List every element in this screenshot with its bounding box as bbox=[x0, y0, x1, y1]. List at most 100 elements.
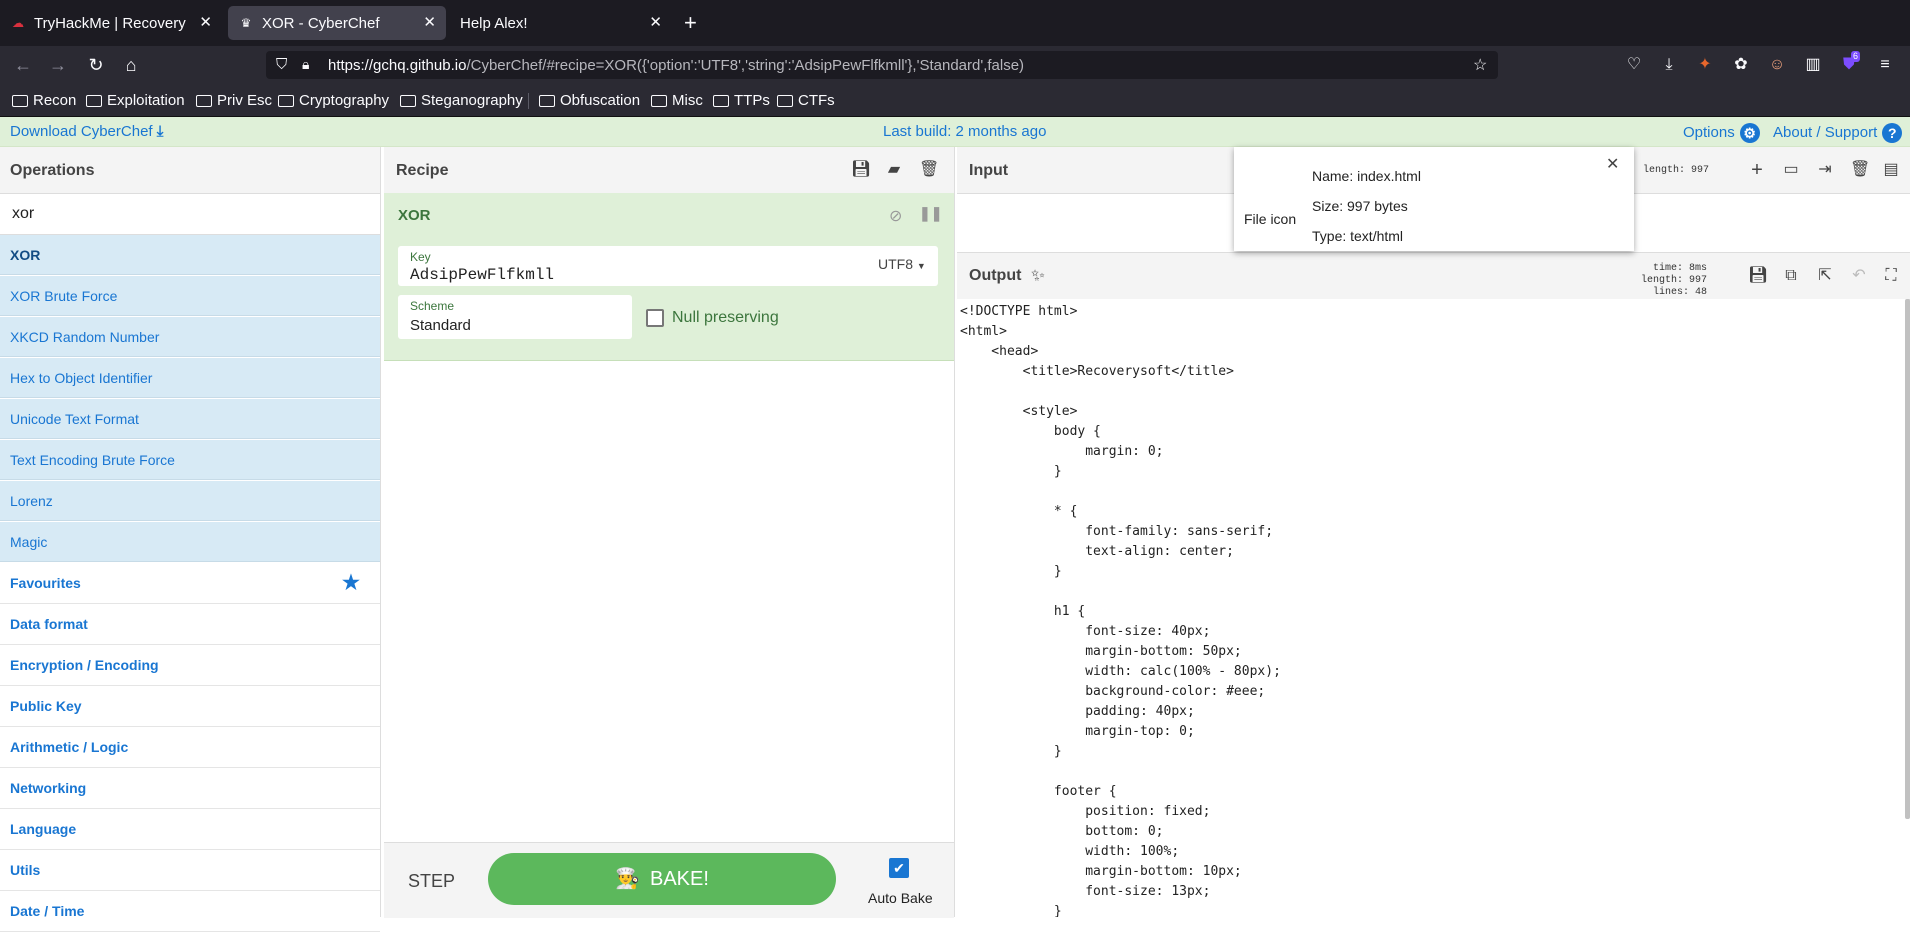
category-networking[interactable]: Networking bbox=[0, 768, 380, 809]
download-icon: ⤓ bbox=[156, 123, 164, 140]
key-input[interactable]: AdsipPewFlfkmll bbox=[410, 266, 554, 284]
open-folder-icon[interactable]: ▭ bbox=[1782, 161, 1800, 179]
recipe-title: Recipe bbox=[396, 162, 449, 179]
undo-icon[interactable]: ↶ bbox=[1850, 267, 1868, 285]
magic-wand-icon[interactable]: ✨︎ bbox=[1031, 266, 1045, 286]
forward-icon[interactable]: → bbox=[48, 55, 68, 75]
category-language[interactable]: Language bbox=[0, 809, 380, 850]
disable-icon[interactable]: ⊘ bbox=[889, 206, 902, 226]
folder-icon[interactable]: ▰ bbox=[885, 161, 903, 179]
add-input-icon[interactable]: + bbox=[1748, 160, 1766, 180]
output-time: time: 8ms bbox=[1652, 263, 1707, 274]
bookmark-star-icon[interactable]: ☆ bbox=[1473, 55, 1487, 75]
file-icon: File icon bbox=[1244, 211, 1297, 227]
lock-icon[interactable]: 🔒︎ bbox=[302, 56, 309, 73]
tryhackme-icon: ☁ bbox=[12, 16, 24, 30]
bookmark-recon[interactable]: Recon bbox=[12, 92, 76, 109]
bookmark-ctfs[interactable]: CTFs bbox=[777, 92, 835, 109]
url-text[interactable]: https://gchq.github.io/CyberChef/#recipe… bbox=[328, 57, 1024, 74]
op-result-xor[interactable]: XOR bbox=[0, 235, 380, 275]
extension-face-icon[interactable]: ☺ bbox=[1767, 55, 1787, 75]
category-date-time[interactable]: Date / Time bbox=[0, 891, 380, 932]
folder-icon bbox=[713, 94, 729, 107]
category-public-key[interactable]: Public Key bbox=[0, 686, 380, 727]
replace-input-icon[interactable]: ⇱ bbox=[1816, 267, 1834, 285]
input-title: Input bbox=[969, 162, 1009, 179]
tab-tryhackme[interactable]: ☁ TryHackMe | Recovery ✕ bbox=[0, 6, 222, 40]
output-header: Output ✨︎ time: 8ms length: 997 lines: 4… bbox=[957, 252, 1910, 300]
output-title: Output bbox=[969, 267, 1022, 284]
reload-icon[interactable]: ↻ bbox=[86, 55, 106, 75]
op-result-xor-brute-force[interactable]: XOR Brute Force bbox=[0, 276, 380, 316]
menu-icon[interactable]: ≡ bbox=[1875, 55, 1895, 75]
output-area[interactable]: <!DOCTYPE html> <html> <head> <title>Rec… bbox=[957, 299, 1907, 917]
tab-title: TryHackMe | Recovery bbox=[34, 14, 186, 32]
bake-button[interactable]: 👨‍🍳︎ BAKE! bbox=[488, 853, 836, 905]
download-cyberchef-link[interactable]: Download CyberChef ⤓ bbox=[10, 123, 163, 140]
auto-bake-checkbox[interactable]: ✔ bbox=[889, 858, 909, 878]
extension-shield-icon[interactable]: ⛊ 6 bbox=[1839, 51, 1861, 75]
output-scrollbar[interactable] bbox=[1905, 299, 1910, 819]
downloads-icon[interactable]: ⤓ bbox=[1659, 55, 1679, 75]
tab-help-alex[interactable]: Help Alex! ✕ bbox=[450, 6, 672, 40]
key-encoding-dropdown[interactable]: UTF8 ▼ bbox=[878, 256, 926, 272]
back-icon[interactable]: ← bbox=[13, 55, 33, 75]
category-utils[interactable]: Utils bbox=[0, 850, 380, 891]
close-tab-icon[interactable]: ✕ bbox=[199, 13, 212, 31]
maximize-icon[interactable]: ⛶ bbox=[1882, 267, 1900, 285]
options-link[interactable]: Options ⚙ bbox=[1683, 123, 1760, 143]
operations-panel: Operations XOR XOR Brute Force XKCD Rand… bbox=[0, 147, 381, 932]
operations-search-input[interactable] bbox=[10, 193, 354, 235]
category-favourites[interactable]: Favourites ★ bbox=[0, 563, 380, 604]
trash-icon[interactable]: 🗑︎ bbox=[919, 161, 939, 179]
home-icon[interactable]: ⌂ bbox=[121, 55, 141, 75]
save-output-icon[interactable]: 💾︎ bbox=[1748, 267, 1768, 285]
last-build-notice: Last build: 2 months ago bbox=[883, 123, 1047, 140]
about-support-link[interactable]: About / Support? bbox=[1773, 123, 1903, 143]
recipe-header: Recipe 💾︎ ▰ 🗑︎ bbox=[384, 147, 954, 194]
category-arithmetic-logic[interactable]: Arithmetic / Logic bbox=[0, 727, 380, 768]
trash-extension-icon[interactable]: ▥ bbox=[1803, 55, 1823, 75]
category-data-format[interactable]: Data format bbox=[0, 604, 380, 645]
bookmark-exploitation[interactable]: Exploitation bbox=[86, 92, 185, 109]
op-result-xkcd-random-number[interactable]: XKCD Random Number bbox=[0, 317, 380, 357]
layout-icon[interactable]: ▤ bbox=[1882, 161, 1900, 179]
pause-icon[interactable]: ❚❚ bbox=[919, 205, 942, 222]
bookmark-ttps[interactable]: TTPs bbox=[713, 92, 770, 109]
copy-icon[interactable]: ⧉ bbox=[1782, 267, 1800, 285]
bookmark-cryptography[interactable]: Cryptography bbox=[278, 92, 389, 109]
op-result-hex-to-object-identifier[interactable]: Hex to Object Identifier bbox=[0, 358, 380, 398]
scheme-label: Scheme bbox=[410, 299, 455, 313]
folder-icon bbox=[86, 94, 102, 107]
extension-fox-icon[interactable]: ✦ bbox=[1695, 55, 1715, 75]
help-icon: ? bbox=[1882, 123, 1903, 143]
scheme-field[interactable]: Scheme Standard bbox=[398, 295, 632, 339]
bookmark-steganography[interactable]: Steganography bbox=[400, 92, 523, 109]
category-encryption-encoding[interactable]: Encryption / Encoding bbox=[0, 645, 380, 686]
null-preserving-checkbox[interactable] bbox=[646, 309, 664, 327]
open-file-icon[interactable]: ⇥ bbox=[1816, 161, 1834, 179]
tab-cyberchef[interactable]: ♛ XOR - CyberChef ✕ bbox=[228, 6, 446, 40]
step-button[interactable]: STEP bbox=[408, 871, 455, 892]
op-result-unicode-text-format[interactable]: Unicode Text Format bbox=[0, 399, 380, 439]
extension-cookie-icon[interactable]: ✿ bbox=[1731, 55, 1751, 75]
close-tab-icon[interactable]: ✕ bbox=[649, 13, 662, 31]
shield-icon[interactable]: ⛉ bbox=[276, 56, 287, 73]
key-field[interactable]: Key AdsipPewFlfkmll UTF8 ▼ bbox=[398, 246, 938, 286]
new-tab-button[interactable]: + bbox=[680, 6, 710, 40]
pocket-icon[interactable]: ♡ bbox=[1624, 55, 1644, 75]
close-icon[interactable]: ✕ bbox=[1606, 154, 1619, 174]
bookmark-misc[interactable]: Misc bbox=[651, 92, 703, 109]
save-icon[interactable]: 💾︎ bbox=[851, 161, 871, 179]
scheme-select[interactable]: Standard bbox=[410, 317, 471, 334]
op-result-lorenz[interactable]: Lorenz bbox=[0, 481, 380, 521]
bookmark-priv-esc[interactable]: Priv Esc bbox=[196, 92, 272, 109]
null-preserving-option[interactable]: Null preserving bbox=[646, 309, 779, 327]
bookmark-obfuscation[interactable]: Obfuscation bbox=[539, 92, 640, 109]
close-tab-icon[interactable]: ✕ bbox=[423, 13, 436, 31]
url-bar[interactable]: ⛉ 🔒︎ https://gchq.github.io/CyberChef/#r… bbox=[266, 51, 1498, 79]
clear-input-icon[interactable]: 🗑︎ bbox=[1850, 161, 1870, 179]
op-result-magic[interactable]: Magic bbox=[0, 522, 380, 562]
operation-name: XOR bbox=[398, 207, 431, 224]
op-result-text-encoding-brute-force[interactable]: Text Encoding Brute Force bbox=[0, 440, 380, 480]
